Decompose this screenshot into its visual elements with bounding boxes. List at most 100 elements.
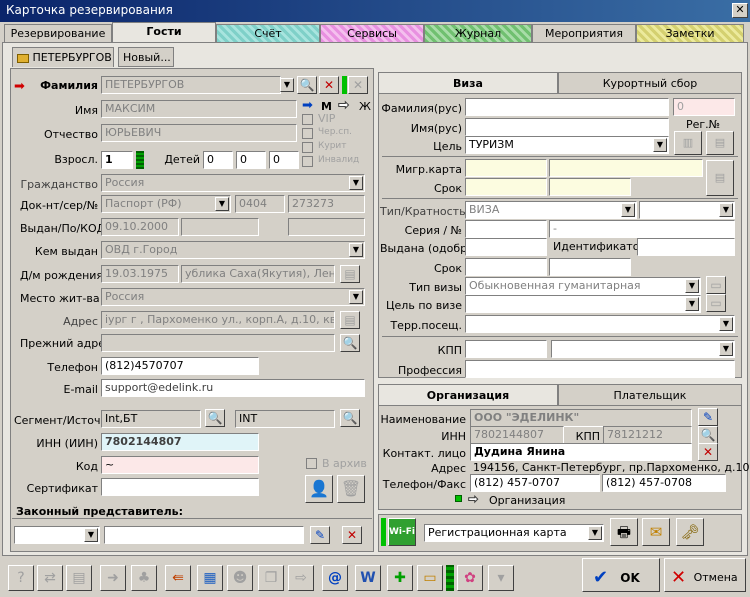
certificate-input[interactable] xyxy=(101,478,259,496)
cancel-button[interactable]: ✕ Отмена xyxy=(664,558,746,592)
purpose-select[interactable]: ТУРИЗМ xyxy=(465,136,669,154)
key-card-icon[interactable]: 🗝 xyxy=(676,518,704,546)
visa-series-input[interactable] xyxy=(465,220,547,238)
adults-input[interactable]: 1 xyxy=(101,151,133,169)
tab-guests[interactable]: Гости xyxy=(112,22,216,42)
person-icon[interactable]: ☻ xyxy=(227,565,253,591)
tab-journal[interactable]: Журнал xyxy=(424,24,532,42)
word-doc-icon[interactable]: W xyxy=(355,565,381,591)
migr-card-number-input[interactable] xyxy=(549,159,703,177)
name-input[interactable]: МАКСИМ xyxy=(101,100,297,118)
org-inn-input[interactable]: 7802144807 xyxy=(470,426,564,444)
visa-print-icon[interactable]: ▤ xyxy=(706,131,734,155)
add-icon[interactable]: ✚ xyxy=(387,565,413,591)
visa-kind-select[interactable]: Обыкновенная гуманитарная xyxy=(465,277,701,295)
code-input[interactable]: ~ xyxy=(101,456,259,474)
profession-input[interactable] xyxy=(465,360,735,378)
reg-number-input[interactable]: 0 xyxy=(673,98,735,116)
close-button[interactable]: ✕ xyxy=(732,3,748,18)
help-icon[interactable]: ? xyxy=(8,565,34,591)
open-folder-icon[interactable]: ▭ xyxy=(417,565,443,591)
blacklist-checkbox[interactable] xyxy=(302,128,313,139)
doc-series-input[interactable]: 0404 xyxy=(235,195,285,213)
visa-purpose-select[interactable] xyxy=(465,295,701,313)
print-icon[interactable]: 🖶 xyxy=(610,518,638,546)
org-link[interactable]: Организация xyxy=(489,494,565,507)
territory-select[interactable] xyxy=(465,315,735,333)
adults-stepper[interactable] xyxy=(136,151,144,169)
calculator-icon[interactable]: ▦ xyxy=(197,565,223,591)
org-edit-icon[interactable]: ✎ xyxy=(698,408,718,426)
at-mail-icon[interactable]: @ xyxy=(322,565,348,591)
kpp-select[interactable] xyxy=(551,340,735,358)
delete-guest-icon[interactable]: ✕ xyxy=(348,76,368,94)
inn-input[interactable]: 7802144807 xyxy=(101,433,259,451)
migr-card-print-icon[interactable]: ▤ xyxy=(706,160,734,196)
palette-icon[interactable]: ✿ xyxy=(457,565,483,591)
children-input-3[interactable]: 0 xyxy=(269,151,299,169)
valid-until-input[interactable] xyxy=(181,218,259,236)
tab-services[interactable]: Сервисы xyxy=(320,24,424,42)
email-input[interactable]: support@edelink.ru xyxy=(101,379,365,397)
doc-type-dropdown[interactable]: ▼ xyxy=(215,197,229,211)
birth-place-edit-icon[interactable]: ▤ xyxy=(340,265,360,283)
org-kpp-input[interactable]: 78121212 xyxy=(603,426,692,444)
segment-input[interactable]: Int,БТ xyxy=(101,410,201,428)
reg-card-select[interactable]: Регистрационная карта xyxy=(424,524,604,542)
address-input[interactable]: іург г , Пархоменко ул., корп.А, д.10, к… xyxy=(101,311,335,329)
visa-kind-edit-icon[interactable]: ▭ xyxy=(706,276,726,294)
kpp-dropdown[interactable]: ▼ xyxy=(719,342,733,356)
gender-female[interactable]: Ж xyxy=(359,100,371,113)
org-name-input[interactable]: ООО "ЭДЕЛИНК" xyxy=(470,409,692,427)
email-icon[interactable]: ✉ xyxy=(642,518,670,546)
visa-type-select[interactable]: ВИЗА xyxy=(465,201,637,219)
citizenship-dropdown[interactable]: ▼ xyxy=(349,176,363,190)
issuer-code-input[interactable] xyxy=(288,218,365,236)
birth-date-input[interactable]: 19.03.1975 xyxy=(101,265,179,283)
org-phone-input[interactable]: (812) 457-0707 xyxy=(470,474,600,492)
children-input-2[interactable]: 0 xyxy=(236,151,266,169)
ok-button[interactable]: ✔ OK xyxy=(582,558,660,592)
clear-surname-icon[interactable]: ✕ xyxy=(319,76,339,94)
doc-type-select[interactable]: Паспорт (РФ) xyxy=(101,195,231,213)
phone-input[interactable]: (812)4570707 xyxy=(101,357,259,375)
visa-purpose-dropdown[interactable]: ▼ xyxy=(685,297,699,311)
visa-term-to-input[interactable] xyxy=(549,258,631,276)
guest-tab-new[interactable]: Новый... xyxy=(118,47,174,67)
copy-icon[interactable]: ❐ xyxy=(258,565,284,591)
tab-organization[interactable]: Организация xyxy=(378,384,558,406)
visa-kind-dropdown[interactable]: ▼ xyxy=(685,279,699,293)
visa-scan-icon[interactable]: ▥ xyxy=(674,131,702,155)
swap-icon[interactable]: ⇄ xyxy=(37,565,63,591)
issued-by-dropdown[interactable]: ▼ xyxy=(349,243,363,257)
visa-term-from-input[interactable] xyxy=(465,258,547,276)
vip-checkbox[interactable] xyxy=(302,114,313,125)
children-input-1[interactable]: 0 xyxy=(203,151,233,169)
territory-dropdown[interactable]: ▼ xyxy=(719,317,733,331)
legal-rep-input[interactable] xyxy=(104,526,304,544)
contact-input[interactable]: Дудина Янина xyxy=(470,443,692,461)
identifier-input[interactable] xyxy=(637,238,735,256)
migr-card-series-input[interactable] xyxy=(465,159,547,177)
wifi-card-icon[interactable]: Wi-Fi xyxy=(388,518,416,546)
document-icon[interactable]: ▤ xyxy=(66,565,92,591)
migr-term-from-input[interactable] xyxy=(465,178,547,196)
prev-address-search-icon[interactable]: 🔍 xyxy=(340,334,360,352)
patronymic-input[interactable]: ЮРЬЕВИЧ xyxy=(101,124,297,142)
name-rus-input[interactable] xyxy=(465,118,669,136)
multiplicity-dropdown[interactable]: ▼ xyxy=(719,203,733,217)
move-icon[interactable]: ⇨ xyxy=(288,565,314,591)
issued-date-input[interactable]: 09.10.2000 xyxy=(101,218,179,236)
kpp-input[interactable] xyxy=(465,340,547,358)
surname-input[interactable]: ПЕТЕРБУРГОВ xyxy=(101,76,281,94)
reg-card-dropdown[interactable]: ▼ xyxy=(588,526,602,540)
visa-issued-input[interactable] xyxy=(465,238,547,256)
guest-tab-current[interactable]: ПЕТЕРБУРГОВ xyxy=(12,47,114,67)
tab-payer[interactable]: Плательщик xyxy=(558,384,742,406)
tab-events[interactable]: Мероприятия xyxy=(532,24,636,42)
tab-account[interactable]: Счёт xyxy=(216,24,320,42)
residence-select[interactable]: Россия xyxy=(101,288,365,306)
shirt-icon[interactable]: ▾ xyxy=(488,565,514,591)
smoker-checkbox[interactable] xyxy=(302,142,313,153)
tab-resort-fee[interactable]: Курортный сбор xyxy=(558,72,742,94)
